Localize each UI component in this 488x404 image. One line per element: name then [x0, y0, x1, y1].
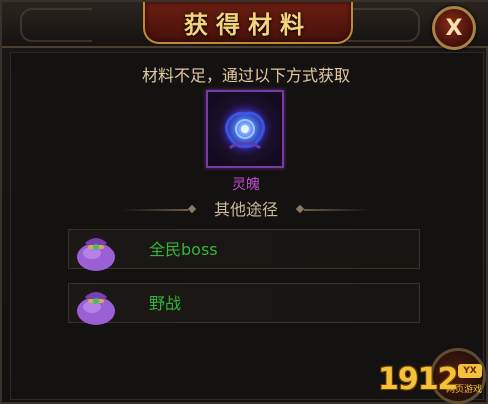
divider-line-right	[304, 209, 370, 211]
material-item-name: 灵魄	[232, 177, 260, 193]
header-ornament-right	[348, 8, 420, 42]
close-icon: X	[445, 15, 463, 41]
other-routes-divider: 其他途径	[2, 198, 488, 222]
purple-pouch-icon	[77, 238, 115, 271]
insufficient-material-prompt: 材料不足，通过以下方式获取	[141, 66, 350, 85]
site-watermark-logo: 1912 YX 网页游戏	[370, 360, 488, 404]
material-dialog: 获得材料 X 材料不足，通过以下方式获取 灵魄 其他途径 全民boss 野战 1…	[0, 0, 488, 404]
title-plate: 获得材料	[143, 2, 353, 44]
dialog-title: 获得材料	[184, 9, 312, 39]
soul-orb-icon	[215, 99, 275, 159]
route-label: 野战	[149, 294, 182, 313]
route-label: 全民boss	[149, 240, 218, 259]
route-item-field-battle[interactable]: 野战	[68, 283, 420, 325]
purple-pouch-icon	[77, 292, 115, 325]
close-button[interactable]: X	[432, 6, 476, 50]
watermark-subtitle: 网页游戏	[446, 385, 483, 395]
route-item-national-boss[interactable]: 全民boss	[68, 229, 420, 271]
watermark-badge: YX	[458, 364, 482, 378]
material-item-slot[interactable]	[206, 90, 284, 168]
dialog-header: 获得材料 X	[2, 2, 488, 50]
other-routes-heading: 其他途径	[213, 200, 278, 219]
header-ornament-left	[20, 8, 92, 42]
